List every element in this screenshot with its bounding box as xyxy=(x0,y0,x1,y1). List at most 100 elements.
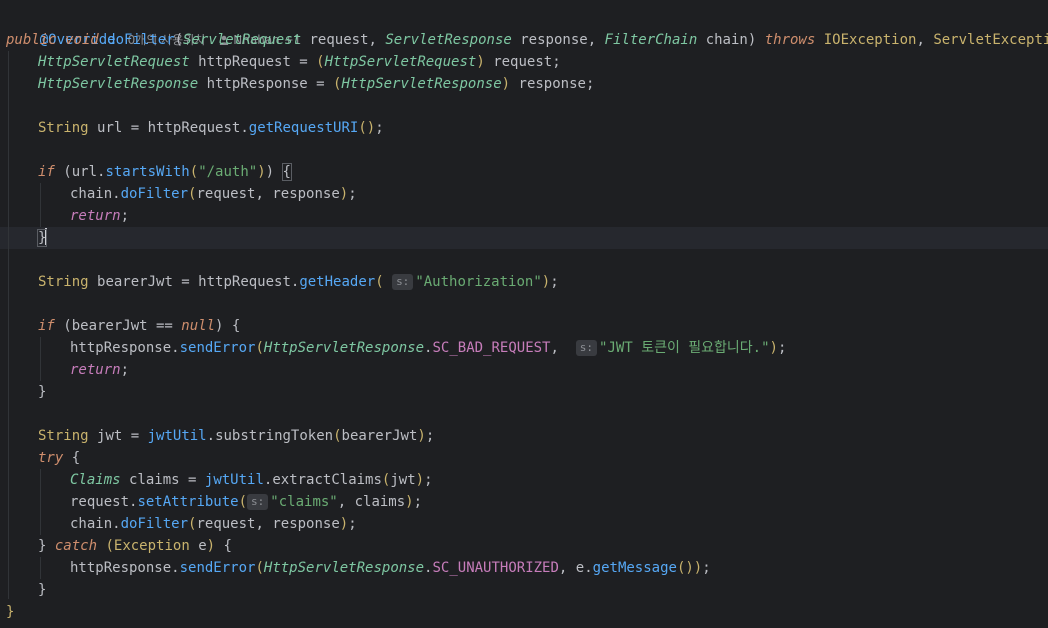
code-line-8[interactable]: chain.doFilter(request, response); xyxy=(70,183,357,205)
keyword: if xyxy=(38,318,55,334)
type-name[interactable]: HttpServletRequest xyxy=(325,54,477,70)
type-name[interactable]: ServletRequest xyxy=(183,32,301,48)
type-name[interactable]: FilterChain xyxy=(605,32,698,48)
keyword: catch xyxy=(54,538,98,554)
keyword: if xyxy=(38,164,55,180)
code-line-21[interactable]: Claims claims = jwtUtil.extractClaims(jw… xyxy=(70,469,433,491)
constant[interactable]: SC_UNAUTHORIZED xyxy=(432,560,558,576)
string-literal: "/auth" xyxy=(198,164,258,180)
variable: request xyxy=(196,186,256,202)
method-call[interactable]: startsWith xyxy=(105,164,189,180)
field[interactable]: jwtUtil xyxy=(205,472,264,488)
variable: response xyxy=(272,186,340,202)
type-name[interactable]: Exception xyxy=(114,538,190,554)
code-line-5[interactable]: String url = httpRequest.getRequestURI()… xyxy=(38,117,384,139)
param: response xyxy=(520,32,588,48)
method-name[interactable]: doFilter xyxy=(107,32,174,48)
type-name[interactable]: HttpServletResponse xyxy=(38,76,198,92)
variable: httpRequest xyxy=(198,54,291,70)
current-line-highlight xyxy=(0,227,1048,249)
variable: e xyxy=(198,538,207,554)
type-name[interactable]: String xyxy=(38,428,89,444)
text-caret xyxy=(45,228,48,245)
keyword: return xyxy=(70,208,121,224)
constant[interactable]: SC_BAD_REQUEST xyxy=(432,340,550,356)
method-call[interactable]: doFilter xyxy=(121,186,188,202)
type-name[interactable]: HttpServletResponse xyxy=(264,560,424,576)
code-editor[interactable]: @Override 0개의 사용위치 Nhahan +1 public void d… xyxy=(0,0,1048,628)
method-call[interactable]: getRequestURI xyxy=(249,120,359,136)
variable: response xyxy=(518,76,586,92)
variable: jwt xyxy=(97,428,123,444)
variable: bearerJwt xyxy=(97,274,173,290)
code-line-20[interactable]: try { xyxy=(38,447,80,469)
string-literal: "JWT 토큰이 필요합니다." xyxy=(599,340,770,356)
param: chain xyxy=(705,32,748,48)
variable: url xyxy=(71,164,98,180)
code-line-24[interactable]: } catch (Exception e) { xyxy=(38,535,232,557)
variable: request xyxy=(196,516,256,532)
variable: httpResponse xyxy=(70,340,172,356)
method-call[interactable]: doFilter xyxy=(121,516,188,532)
indent-guide xyxy=(40,557,41,579)
code-line-27[interactable]: } xyxy=(6,601,14,623)
type-name[interactable]: String xyxy=(38,120,89,136)
type-name[interactable]: String xyxy=(38,274,89,290)
code-line-17[interactable]: } xyxy=(38,381,46,403)
code-line-23[interactable]: chain.doFilter(request, response); xyxy=(70,513,357,535)
variable: chain xyxy=(70,186,113,202)
code-line-12[interactable]: String bearerJwt = httpRequest.getHeader… xyxy=(38,271,559,293)
variable: claims xyxy=(354,494,406,510)
param-hint: s: xyxy=(247,494,269,510)
code-line-3[interactable]: HttpServletResponse httpResponse = (Http… xyxy=(38,73,594,95)
keyword: public xyxy=(6,32,57,48)
param-hint: s: xyxy=(575,340,598,356)
method-call[interactable]: getHeader xyxy=(299,274,375,290)
code-line-25[interactable]: httpResponse.sendError(HttpServletRespon… xyxy=(70,557,711,579)
method-call[interactable]: sendError xyxy=(180,560,256,576)
code-line-2[interactable]: HttpServletRequest httpRequest = (HttpSe… xyxy=(38,51,561,73)
variable: request xyxy=(493,54,553,70)
indent-guide xyxy=(40,469,41,535)
type-name[interactable]: HttpServletRequest xyxy=(38,54,190,70)
code-line-26[interactable]: } xyxy=(38,579,46,601)
keyword: return xyxy=(70,362,121,378)
indent-guide xyxy=(40,337,41,381)
keyword: void xyxy=(65,32,99,48)
code-line-1[interactable]: public void doFilter(ServletRequest requ… xyxy=(6,29,1048,51)
type-name[interactable]: HttpServletResponse xyxy=(264,340,424,356)
variable: httpRequest xyxy=(198,274,291,290)
type-name[interactable]: IOException xyxy=(824,32,917,48)
type-name[interactable]: ServletException xyxy=(933,32,1048,48)
code-line-22[interactable]: request.setAttribute(s: "claims", claims)… xyxy=(70,491,422,513)
keyword: null xyxy=(181,318,216,334)
variable: httpRequest xyxy=(147,120,241,136)
code-line-19[interactable]: String jwt = jwtUtil.substringToken(bear… xyxy=(38,425,434,447)
code-line-14[interactable]: if (bearerJwt == null) { xyxy=(38,315,240,337)
code-line-9[interactable]: return; xyxy=(70,205,129,227)
keyword: throws xyxy=(764,32,816,48)
type-name[interactable]: Claims xyxy=(70,472,121,488)
variable: jwt xyxy=(390,472,416,488)
code-line-16[interactable]: return; xyxy=(70,359,129,381)
method-meta-line: @Override 0개의 사용위치 Nhahan +1 xyxy=(6,7,302,48)
string-literal: "claims" xyxy=(270,494,338,510)
code-line-7[interactable]: if (url.startsWith("/auth")) { xyxy=(38,161,292,183)
variable: response xyxy=(272,516,340,532)
method-call[interactable]: substringToken xyxy=(215,428,333,444)
variable: bearerJwt xyxy=(341,428,418,444)
field[interactable]: jwtUtil xyxy=(148,428,207,444)
method-call[interactable]: extractClaims xyxy=(272,472,382,488)
variable: e xyxy=(575,560,585,576)
variable: bearerJwt xyxy=(71,318,148,334)
code-line-15[interactable]: httpResponse.sendError(HttpServletRespon… xyxy=(70,337,786,359)
type-name[interactable]: ServletResponse xyxy=(385,32,511,48)
variable: httpResponse xyxy=(70,560,172,576)
indent-guide xyxy=(8,51,9,599)
method-call[interactable]: setAttribute xyxy=(137,494,238,510)
method-call[interactable]: getMessage xyxy=(593,560,677,576)
code-line-10[interactable]: } xyxy=(36,227,48,249)
param: request xyxy=(309,32,369,48)
type-name[interactable]: HttpServletResponse xyxy=(341,76,501,92)
method-call[interactable]: sendError xyxy=(180,340,256,356)
